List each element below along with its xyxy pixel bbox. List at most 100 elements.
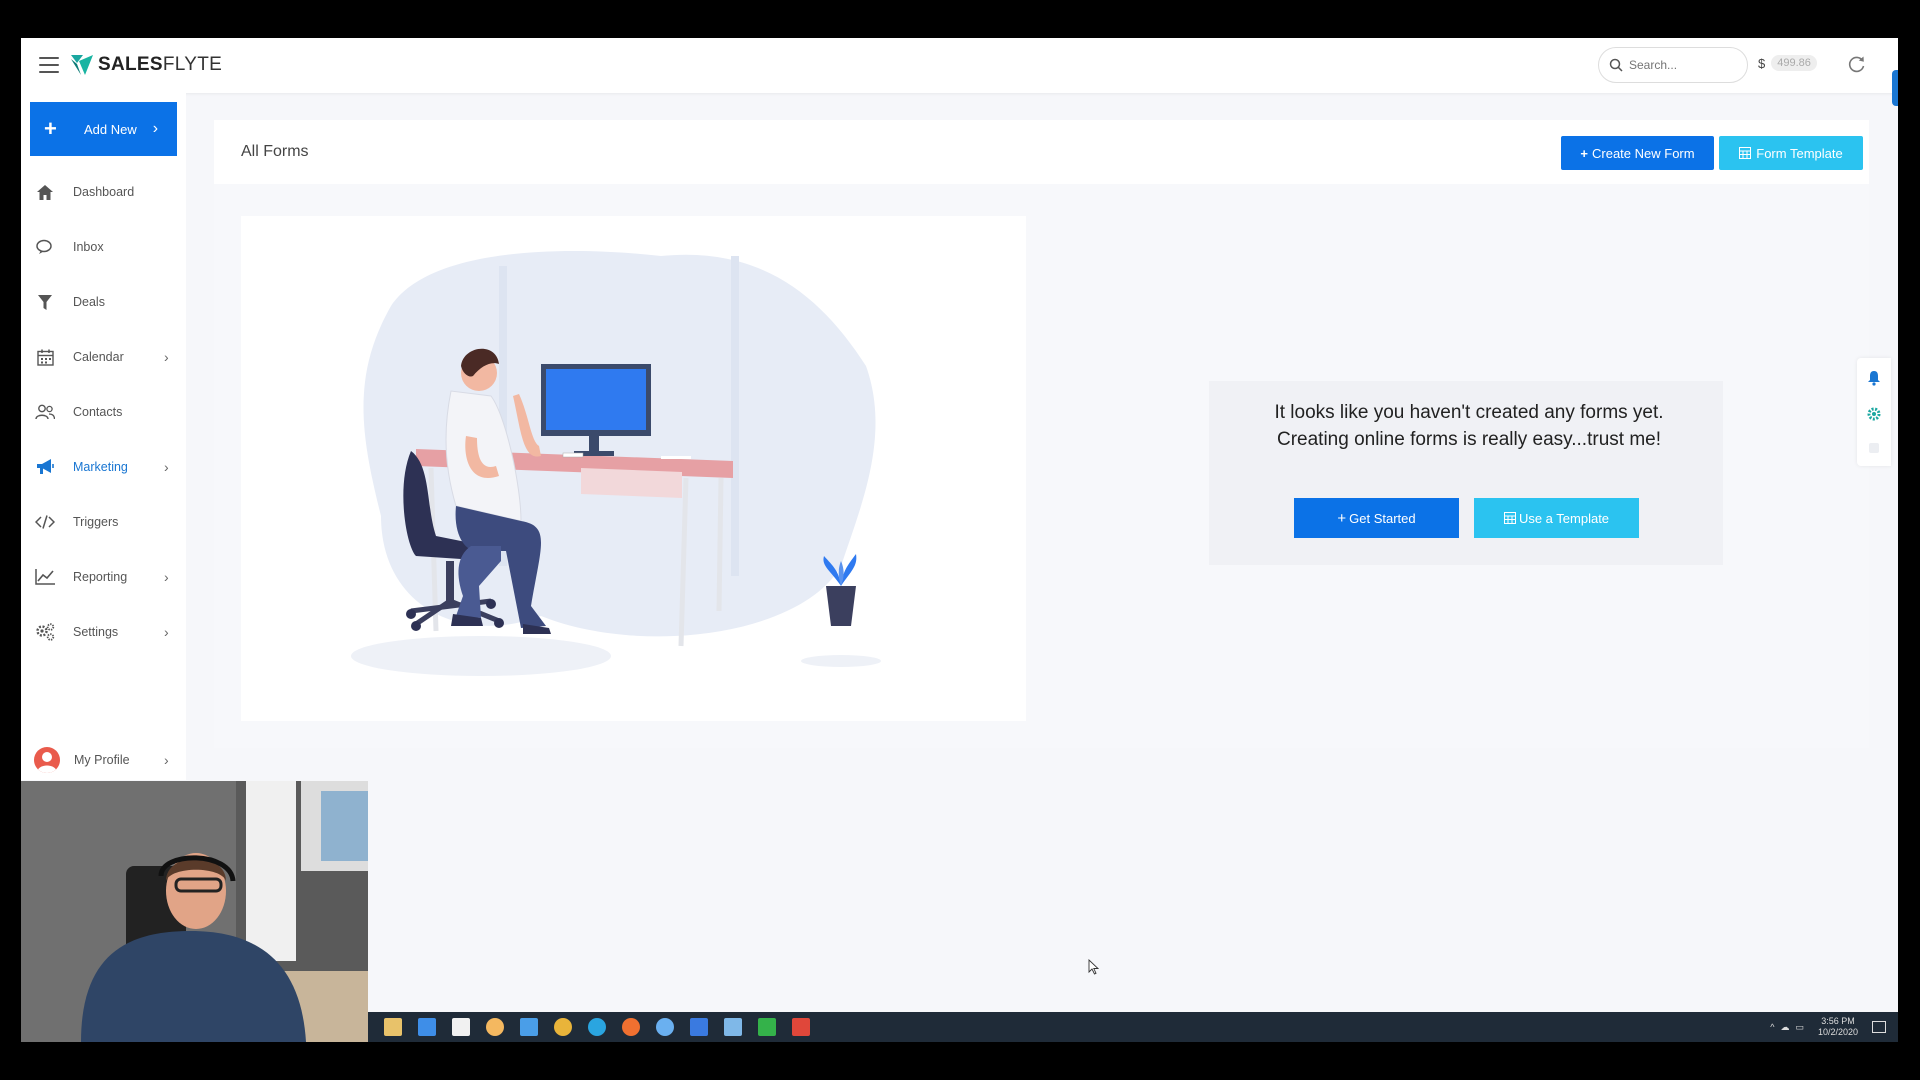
plus-icon: + [44,116,57,141]
sidebar-item-reporting[interactable]: Reporting › [21,557,186,597]
zoom-icon[interactable] [690,1018,708,1036]
chevron-right-icon: › [152,120,159,137]
avatar [34,747,60,773]
add-new-button[interactable]: + Add New › [30,102,177,156]
sidebar-item-marketing[interactable]: Marketing › [21,447,186,487]
edge-icon[interactable] [588,1018,606,1036]
filter-icon [34,291,56,313]
sidebar-item-label: Calendar [73,350,124,364]
sidebar-item-label: Reporting [73,570,128,584]
add-new-label: Add New [84,121,137,137]
calendar-icon [34,346,56,368]
mouse-cursor-icon [1088,959,1100,975]
bell-icon[interactable] [1866,370,1882,386]
store-icon[interactable] [452,1018,470,1036]
network-icon[interactable]: ▭ [1795,1022,1804,1033]
sidebar-item-label: Deals [73,295,105,309]
sidebar-item-dashboard[interactable]: Dashboard [21,172,186,212]
sidebar-item-deals[interactable]: Deals [21,282,186,322]
code-icon [34,511,56,533]
sidebar-item-label: Marketing [73,460,128,474]
chevron-right-icon: › [164,569,169,585]
widget-icon[interactable] [1866,440,1882,456]
create-new-form-label: Create New Form [1592,145,1695,161]
clock[interactable]: 3:56 PM 10/2/2020 [1818,1016,1858,1038]
chevron-right-icon: › [164,752,169,768]
search-box[interactable] [1598,47,1748,83]
get-started-button[interactable]: + Get Started [1294,498,1459,538]
person-at-desk-illustration [351,251,881,676]
logo-text: SALESFLYTE [98,54,223,75]
megaphone-icon [34,456,56,478]
my-profile-item[interactable]: My Profile › [21,740,186,780]
cloud-icon[interactable]: ☁ [1780,1022,1789,1033]
chevron-right-icon: › [164,459,169,475]
notes-icon[interactable] [520,1018,538,1036]
home-icon [34,181,56,203]
get-started-label: Get Started [1349,510,1416,526]
system-tray: ^ ☁ ▭ 3:56 PM 10/2/2020 [1770,1012,1890,1042]
clock-time: 3:56 PM [1821,1016,1855,1026]
floating-widget-bar [1857,358,1891,466]
sidebar-item-label: Settings [73,625,119,639]
balance-display: $ 499.86 [1758,55,1817,71]
my-profile-label: My Profile [74,753,130,767]
chat-icon [34,236,56,258]
form-template-button[interactable]: Form Template [1719,136,1863,170]
logo[interactable]: SALESFLYTE [71,54,222,76]
gear-icon[interactable] [1866,406,1882,422]
logo-mark-icon [71,55,93,75]
users-icon [34,401,56,423]
firefox-icon[interactable] [622,1018,640,1036]
form-template-label: Form Template [1756,145,1843,161]
notifications-icon[interactable] [1872,1021,1886,1033]
table-icon [1503,512,1516,524]
plus-icon: + [1337,509,1347,527]
sidebar-item-contacts[interactable]: Contacts [21,392,186,432]
presenter-video [21,781,368,1042]
app-window: SALESFLYTE $ 499.86 + Add New › [21,38,1898,1042]
use-template-button[interactable]: Use a Template [1474,498,1639,538]
sidebar-item-label: Dashboard [73,185,135,199]
balance-value: 499.86 [1771,55,1817,71]
page-title: All Forms [241,143,309,160]
spreadsheet-icon[interactable] [758,1018,776,1036]
empty-state-card: It looks like you haven't created any fo… [1209,381,1723,565]
sidebar-item-triggers[interactable]: Triggers [21,502,186,542]
forms-panel: All Forms + Create New Form Form Templat… [214,120,1869,748]
empty-state-illustration [241,216,1026,721]
sidebar-item-inbox[interactable]: Inbox [21,227,186,267]
chevron-right-icon: › [164,624,169,640]
chrome-icon[interactable] [554,1018,572,1036]
mail-icon[interactable] [418,1018,436,1036]
file-explorer-icon[interactable] [384,1018,402,1036]
sidebar-item-calendar[interactable]: Calendar › [21,337,186,377]
sidebar-item-label: Inbox [73,240,104,254]
chevron-up-icon[interactable]: ^ [1770,1022,1774,1032]
empty-state-message: It looks like you haven't created any fo… [1274,402,1664,450]
hamburger-icon[interactable] [39,57,59,73]
search-input[interactable] [1629,58,1739,72]
os-taskbar: ^ ☁ ▭ 3:56 PM 10/2/2020 [368,1012,1898,1042]
currency-symbol: $ [1758,55,1766,71]
create-new-form-button[interactable]: + Create New Form [1561,136,1714,170]
refresh-icon[interactable] [1847,54,1867,74]
app-icon[interactable] [486,1018,504,1036]
sidebar-item-label: Contacts [73,405,123,419]
edge-tab[interactable] [1892,70,1898,106]
top-bar: SALESFLYTE $ 499.86 [21,38,1898,106]
sidebar-item-label: Triggers [73,515,119,529]
gears-icon [34,621,56,643]
panel-header: All Forms + Create New Form Form Templat… [214,120,1869,184]
browser-icon[interactable] [656,1018,674,1036]
table-icon [1739,147,1752,159]
clock-date: 10/2/2020 [1817,1027,1858,1037]
webcam-overlay [21,781,368,1042]
search-icon [1609,58,1623,72]
use-template-label: Use a Template [1518,510,1610,526]
plus-icon: + [1580,145,1588,161]
recorder-icon[interactable] [792,1018,810,1036]
sidebar: + Add New › Dashboard Inbox Deals Calend… [21,93,186,780]
document-icon[interactable] [724,1018,742,1036]
sidebar-item-settings[interactable]: Settings › [21,612,186,652]
